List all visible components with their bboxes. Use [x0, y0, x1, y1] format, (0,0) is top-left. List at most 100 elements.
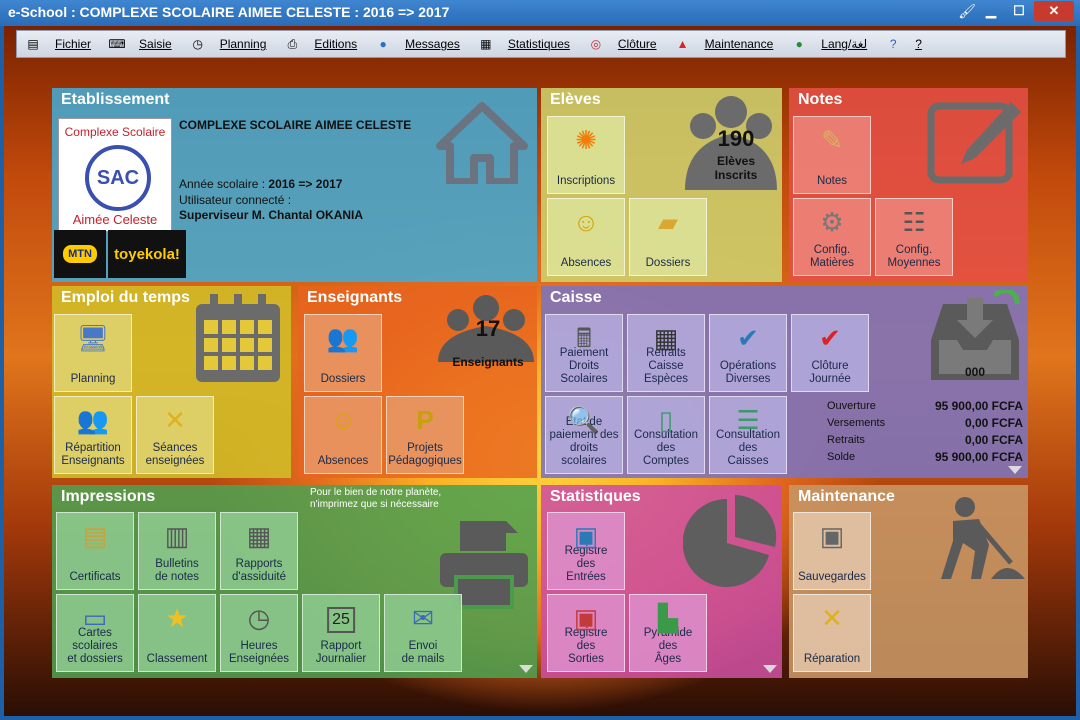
expand-arrow-icon[interactable] — [519, 665, 533, 673]
tile-registre-entrees[interactable]: ▣ Registre des Entrées — [547, 512, 625, 590]
gear-icon: ⚙ — [820, 207, 844, 237]
tile-absences-enseignants[interactable]: ☺ Absences — [304, 396, 382, 474]
teacher-count: 17 — [475, 316, 501, 341]
tile-consultation-comptes[interactable]: ▯ Consultation des Comptes — [627, 396, 705, 474]
magnifier-icon: 🔍 — [567, 405, 601, 435]
tile-pyramide-ages[interactable]: ▙ Pyramide des Âges — [629, 594, 707, 672]
main-client-area: ▤ Fichier ⌨ Saisie ◷ Planning ⎙ Editions ● Me… — [4, 26, 1076, 716]
cash-counter: 000 — [964, 365, 986, 379]
group-icon: 👥 — [76, 405, 110, 435]
minimize-button[interactable]: ▁ — [978, 1, 1004, 21]
panel-emploi-du-temps: Emploi du temps 🖥 Planning 👥 Répartition E… — [52, 286, 291, 478]
tile-cloture-journee[interactable]: ✔ Clôture Journée — [791, 314, 869, 392]
star-icon: ★ — [165, 603, 189, 633]
tile-classement[interactable]: ★ Classement — [138, 594, 216, 672]
tile-consultation-caisses[interactable]: ☰ Consultation des Caisses — [709, 396, 787, 474]
tile-certificats[interactable]: ▤ Certificats — [56, 512, 134, 590]
chart-window-icon: ▣ — [573, 521, 599, 551]
tile-config-matieres[interactable]: ⚙ Config. Matières — [793, 198, 871, 276]
mail-icon: ✉ — [412, 603, 434, 633]
tile-repartition-enseignants[interactable]: 👥 Répartition Enseignants — [54, 396, 132, 474]
warning-icon: ▲ — [676, 37, 689, 51]
menu-cloture[interactable]: ◎ Clôture — [588, 36, 657, 52]
file-icon: ▤ — [27, 37, 39, 51]
grid-sheet-icon: ▦ — [246, 521, 272, 551]
report-card-icon: ▥ — [164, 521, 190, 551]
worker-digging-icon — [941, 497, 1025, 579]
window-title: e-School : COMPLEXE SCOLAIRE AIMEE CELES… — [8, 4, 450, 20]
tile-envoi-mails[interactable]: ✉ Envoi de mails — [384, 594, 462, 672]
tile-rapport-journalier[interactable]: 25 Rapport Journalier — [302, 594, 380, 672]
tile-rapports-assiduite[interactable]: ▦ Rapports d'assiduité — [220, 512, 298, 590]
tile-projets-pedagogiques[interactable]: P Projets Pédagogiques — [386, 396, 464, 474]
menu-statistiques[interactable]: ▦ Statistiques — [478, 36, 570, 52]
tile-paiement-droits-scolaires[interactable]: 🖩 Paiement Droits Scolaires — [545, 314, 623, 392]
calendar-day-icon: 25 — [327, 607, 355, 633]
id-card-icon: ▭ — [82, 603, 108, 633]
maximize-button[interactable]: ☐ — [1006, 1, 1032, 21]
menu-maintenance[interactable]: ▲ Maintenance — [675, 36, 774, 52]
row-ouverture: Ouverture 95 900,00 FCFA — [827, 399, 1023, 413]
bar-chart-icon: ▙ — [658, 603, 678, 633]
house-icon — [436, 102, 528, 184]
logo-mark: SAC — [85, 145, 151, 211]
globe-icon: ● — [795, 37, 803, 51]
tile-planning[interactable]: 🖥 Planning — [54, 314, 132, 392]
lock-icon: ◎ — [590, 37, 602, 51]
menu-saisie[interactable]: ⌨ Saisie — [108, 36, 171, 52]
eco-note: Pour le bien de notre planète, n'imprime… — [310, 487, 442, 510]
checkmark-circle-icon: ✔ — [819, 323, 841, 353]
tile-inscriptions[interactable]: ✺ Inscriptions — [547, 116, 625, 194]
tile-config-moyennes[interactable]: ☷ Config. Moyennes — [875, 198, 953, 276]
expand-arrow-icon[interactable] — [763, 665, 777, 673]
panel-title: Impressions — [61, 488, 156, 505]
title-bar: e-School : COMPLEXE SCOLAIRE AIMEE CELES… — [0, 0, 1080, 26]
tile-retraits-caisse-especes[interactable]: ▦ Retraits Caisse Espèces — [627, 314, 705, 392]
tile-seances-enseignees[interactable]: ✕ Séances enseignées — [136, 396, 214, 474]
keyboard-icon: ⌨ — [108, 37, 126, 51]
tile-dossiers-enseignants[interactable]: 👥 Dossiers — [304, 314, 382, 392]
panel-statistiques: Statistiques ▣ Registre des Entrées ▣ Regi… — [541, 485, 782, 678]
tile-notes[interactable]: ✎ Notes — [793, 116, 871, 194]
menu-fichier[interactable]: ▤ Fichier — [25, 36, 91, 52]
help-icon: ? — [889, 37, 897, 51]
tile-heures-enseignees[interactable]: ◷ Heures Enseignées — [220, 594, 298, 672]
tile-cartes-scolaires[interactable]: ▭ Cartes scolaires et dossiers — [56, 594, 134, 672]
ledger-icon: ☰ — [736, 405, 760, 435]
school-year: Année scolaire : 2016 => 2017 — [179, 177, 343, 191]
school-name: COMPLEXE SCOLAIRE AIMEE CELESTE — [179, 118, 412, 132]
menu-help[interactable]: ?? — [885, 36, 922, 52]
tile-sauvegardes[interactable]: ▣ Sauvegardes — [793, 512, 871, 590]
menu-planning[interactable]: ◷ Planning — [190, 36, 266, 52]
chart-window-icon: ▣ — [573, 603, 599, 633]
close-button[interactable]: ✕ — [1034, 1, 1074, 21]
menu-lang[interactable]: ● Lang/لغة — [791, 36, 868, 52]
calendar-icon — [196, 294, 280, 382]
project-icon: P — [416, 405, 434, 435]
menu-editions[interactable]: ⎙ Editions — [284, 36, 358, 52]
sliders-icon: ☷ — [902, 207, 926, 237]
computer-icon: 🖥 — [76, 323, 110, 353]
menu-messages[interactable]: ● Messages — [375, 36, 460, 52]
document-check-icon: ✔ — [737, 323, 759, 353]
paintbrush-icon[interactable]: 🖌 — [958, 3, 976, 20]
expand-arrow-icon[interactable] — [1008, 466, 1022, 474]
calculator-icon: ▦ — [653, 323, 679, 353]
tile-dossiers[interactable]: ▰ Dossiers — [629, 198, 707, 276]
tile-etat-paiement[interactable]: 🔍 Etat de paiement des droits scolaires — [545, 396, 623, 474]
row-solde: Solde 95 900,00 FCFA — [827, 450, 1023, 464]
student-count: 190 — [717, 126, 755, 151]
tile-absences[interactable]: ☺ Absences — [547, 198, 625, 276]
sleepy-face-icon: ☺ — [572, 207, 600, 237]
school-logo: Complexe Scolaire SAC Aimée Celeste — [58, 118, 172, 232]
teacher-count-label: Enseignants — [452, 355, 524, 369]
folder-icon: ▰ — [658, 207, 678, 237]
tile-registre-sorties[interactable]: ▣ Registre des Sorties — [547, 594, 625, 672]
user-label: Utilisateur connecté : — [179, 193, 292, 207]
tile-reparation[interactable]: ✕ Réparation — [793, 594, 871, 672]
panel-impressions: Impressions Pour le bien de notre planèt… — [52, 485, 537, 678]
tile-operations-diverses[interactable]: ✔ Opérations Diverses — [709, 314, 787, 392]
cash-register-icon: 🖩 — [576, 323, 592, 353]
tile-bulletins[interactable]: ▥ Bulletins de notes — [138, 512, 216, 590]
people-folder-icon: 👥 — [326, 323, 360, 353]
